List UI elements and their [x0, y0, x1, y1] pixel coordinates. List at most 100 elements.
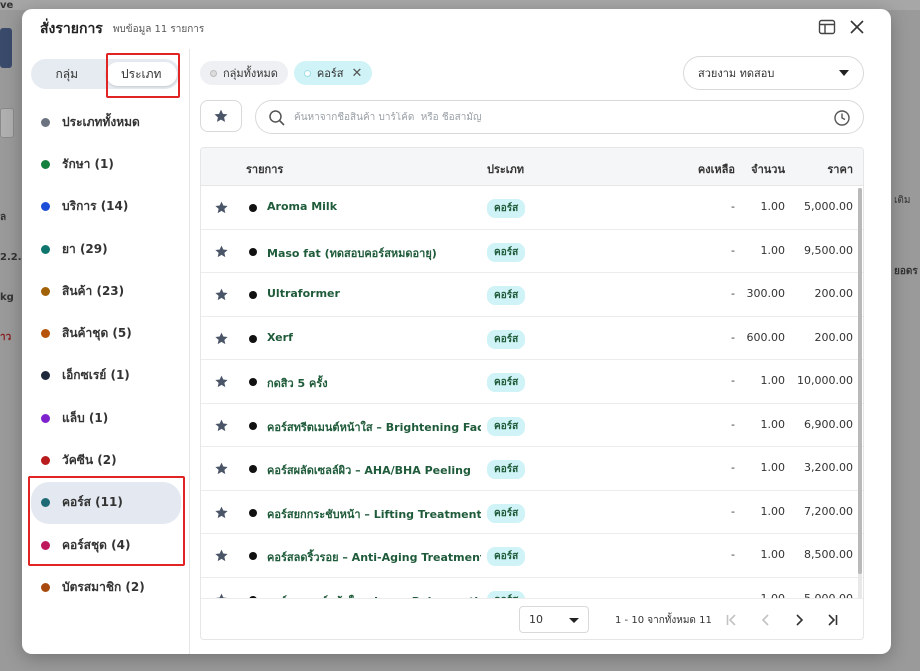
category-item[interactable]: คอร์ส (11)	[31, 481, 181, 524]
category-item[interactable]: บริการ (14)	[31, 186, 181, 228]
qty-value: 1.00	[760, 200, 786, 213]
remaining-value: -	[731, 461, 735, 474]
remaining-value: -	[731, 504, 735, 518]
qty-value: 1.00	[760, 504, 786, 518]
item-name[interactable]: กดสิว 5 ครั้ง	[267, 374, 328, 392]
tab-type[interactable]: ประเภท	[105, 62, 177, 86]
item-name[interactable]: Xerf	[267, 331, 293, 344]
price-value: 9,500.00	[804, 243, 853, 257]
category-item[interactable]: สินค้าชุด (5)	[31, 312, 181, 354]
background-label: ล	[0, 212, 7, 223]
favorite-filter-button[interactable]	[200, 100, 242, 132]
category-list: ประเภททั้งหมดรักษา (1) บริการ (14) ยา (29)…	[31, 101, 181, 609]
item-color-dot	[249, 378, 257, 386]
price-value: 3,200.00	[804, 461, 853, 474]
favorite-star-icon[interactable]	[214, 287, 229, 305]
history-icon[interactable]	[833, 109, 851, 130]
chip-all-groups[interactable]: กลุ่มทั้งหมด	[200, 61, 288, 85]
last-page-icon[interactable]	[823, 611, 841, 629]
background-label: เติม	[894, 195, 911, 206]
favorite-star-icon[interactable]	[214, 418, 229, 436]
category-item[interactable]: วัคซีน (2)	[31, 439, 181, 481]
item-name[interactable]: Aroma Milk	[267, 200, 337, 213]
chip-remove-icon[interactable]: ✕	[352, 66, 363, 81]
table-row[interactable]: Ultraformer คอร์ส -300.00 200.00	[201, 273, 863, 317]
category-item[interactable]: ประเภททั้งหมด	[31, 101, 181, 143]
table-row[interactable]: Xerf คอร์ส -600.00 200.00	[201, 317, 863, 360]
table-row[interactable]: คอร์สลดริ้วรอย – Anti-Aging Treatment คอร…	[201, 534, 863, 578]
item-name[interactable]: คอร์สทรีตเมนต์หน้าใส – Brightening Facia…	[267, 418, 481, 436]
table-row[interactable]: กดสิว 5 ครั้ง คอร์ส - 1.00 10,000.00	[201, 360, 863, 404]
next-page-icon[interactable]	[790, 611, 808, 629]
type-badge: คอร์ส	[487, 373, 526, 392]
table-row[interactable]: Maso fat (ทดสอบคอร์สหมดอายุ) คอร์ส - 1.00 9,…	[201, 230, 863, 273]
table-scrollbar[interactable]	[858, 188, 862, 598]
table-row[interactable]: Aroma Milk คอร์ส - 1.00 5,000.00	[201, 186, 863, 230]
price-value: 200.00	[814, 287, 854, 300]
category-item[interactable]: สินค้า (23)	[31, 270, 181, 312]
item-name[interactable]: Maso fat (ทดสอบคอร์สหมดอายุ)	[267, 244, 437, 262]
favorite-star-icon[interactable]	[214, 244, 229, 262]
item-name[interactable]: คอร์สผลัดเซลล์ผิว – AHA/BHA Peeling	[267, 461, 471, 479]
tab-group[interactable]: กลุ่ม	[31, 59, 103, 89]
category-label: สินค้า (23)	[62, 283, 125, 298]
header-remaining: คงเหลือ	[697, 163, 735, 176]
first-page-icon[interactable]	[723, 611, 741, 629]
modal-title: สั่งรายการ	[40, 21, 103, 37]
item-name[interactable]: คอร์สลดริ้วรอย – Anti-Aging Treatment	[267, 548, 481, 566]
background-label: าว	[0, 332, 12, 343]
chip-dot	[210, 69, 217, 77]
chip-label: กลุ่มทั้งหมด	[223, 67, 278, 80]
favorite-star-icon[interactable]	[214, 331, 229, 349]
remaining-value: -	[731, 374, 735, 387]
favorite-star-icon[interactable]	[214, 200, 229, 218]
pagination-bar: 10 1 - 10 จากทั้งหมด 11	[201, 598, 863, 639]
category-label: สินค้าชุด (5)	[62, 326, 132, 341]
scrollbar-thumb[interactable]	[858, 188, 862, 574]
category-panel: กลุ่ม ประเภท ประเภททั้งหมดรักษา (1) บริกา…	[22, 49, 190, 654]
category-item[interactable]: บัตรสมาชิก (2)	[31, 566, 181, 608]
category-item[interactable]: เอ็กซเรย์ (1)	[31, 355, 181, 397]
close-icon[interactable]	[848, 18, 868, 38]
item-color-dot	[249, 291, 257, 299]
favorite-star-icon[interactable]	[214, 374, 229, 392]
table-body[interactable]: Aroma Milk คอร์ส - 1.00 5,000.00 Maso fat (ทด…	[201, 186, 863, 598]
item-name[interactable]: คอร์สยกกระชับหน้า – Lifting Treatment	[267, 505, 481, 523]
item-color-dot	[249, 421, 257, 430]
category-label: เอ็กซเรย์ (1)	[62, 368, 130, 383]
page-size-select[interactable]: 10	[519, 606, 589, 633]
chip-dot	[303, 69, 311, 77]
category-label: วัคซีน (2)	[62, 453, 117, 468]
category-item[interactable]: ยา (29)	[31, 228, 181, 270]
type-badge: คอร์ส	[487, 199, 526, 218]
table-row[interactable]: คอร์สผลัดเซลล์ผิว – AHA/BHA Peeling คอร์ส…	[201, 447, 863, 491]
qty-value: 300.00	[746, 287, 786, 300]
qty-value: 1.00	[760, 374, 786, 387]
table-row[interactable]: คอร์สทรีตเมนต์หน้าใส – Brightening Facia…	[201, 404, 863, 447]
item-color-dot	[249, 204, 257, 212]
category-dot	[41, 244, 50, 254]
item-name[interactable]: Ultraformer	[267, 287, 340, 300]
items-table: รายการ ประเภท คงเหลือ จำนวน ราคา Aroma M…	[200, 147, 864, 640]
table-row[interactable]: คอร์สยกกระชับหน้า – Lifting Treatment คอร…	[201, 491, 863, 534]
category-item[interactable]: แล็บ (1)	[31, 397, 181, 439]
table-row[interactable]: คอร์สเลเซอร์หน้าใส – Laser Rejuvenationค…	[201, 578, 863, 598]
category-label: คอร์สชุด (4)	[62, 537, 131, 552]
favorite-star-icon[interactable]	[214, 461, 229, 479]
remaining-value: -	[731, 330, 735, 344]
layout-toggle-icon[interactable]	[818, 18, 838, 38]
prev-page-icon[interactable]	[757, 611, 775, 629]
category-item[interactable]: รักษา (1)	[31, 143, 181, 185]
type-badge: คอร์ส	[487, 242, 526, 262]
price-value: 6,900.00	[804, 417, 853, 431]
category-item[interactable]: คอร์สชุด (4)	[31, 524, 181, 566]
favorite-star-icon[interactable]	[214, 548, 229, 566]
background-label: kg	[0, 292, 14, 303]
staff-select[interactable]: สวยงาม ทดสอบ	[683, 56, 864, 90]
category-dot	[41, 540, 50, 550]
search-input[interactable]	[294, 111, 814, 123]
category-label: ประเภททั้งหมด	[62, 114, 140, 129]
category-dot	[41, 413, 50, 423]
favorite-star-icon[interactable]	[214, 505, 229, 523]
chip-course[interactable]: คอร์ส ✕	[293, 61, 373, 85]
